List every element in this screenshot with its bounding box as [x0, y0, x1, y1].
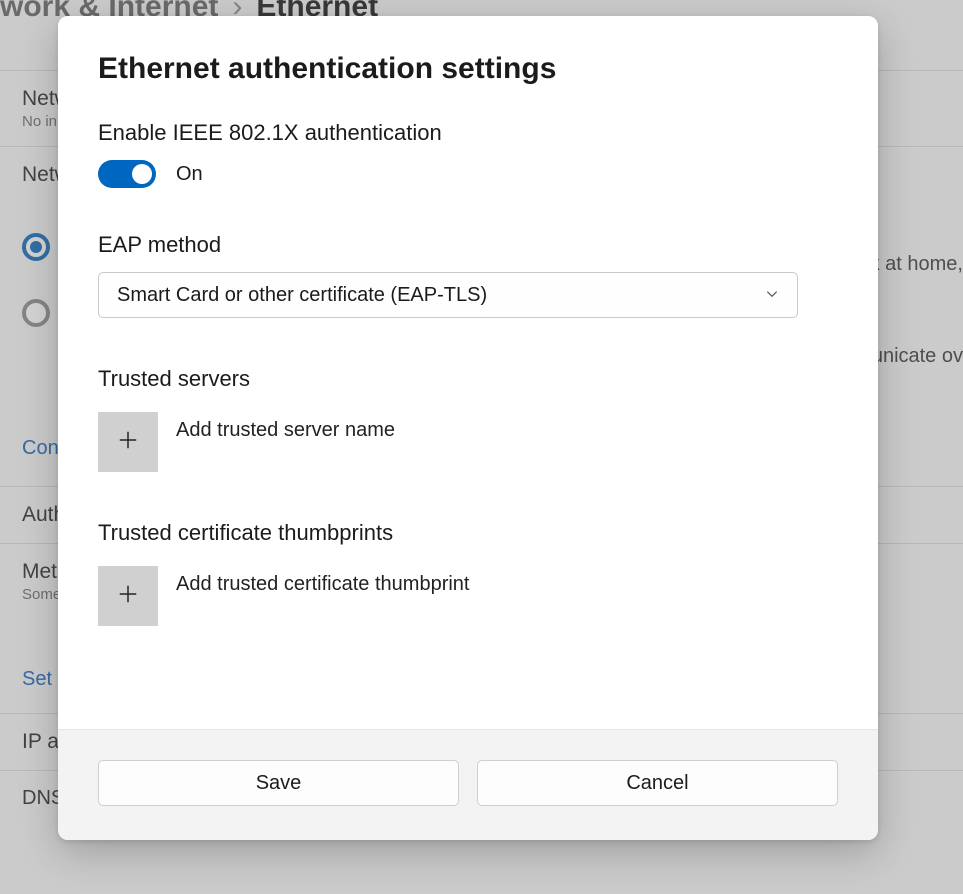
cancel-button[interactable]: Cancel	[477, 760, 838, 806]
eap-method-label: EAP method	[98, 232, 838, 258]
enable-8021x-toggle[interactable]	[98, 160, 156, 188]
save-button[interactable]: Save	[98, 760, 459, 806]
add-trusted-server-label: Add trusted server name	[176, 419, 395, 442]
trusted-thumbprints-heading: Trusted certificate thumbprints	[98, 520, 838, 546]
plus-icon	[117, 429, 139, 456]
eap-method-value: Smart Card or other certificate (EAP-TLS…	[117, 284, 487, 307]
enable-8021x-label: Enable IEEE 802.1X authentication	[98, 120, 838, 146]
add-trusted-thumbprint-label: Add trusted certificate thumbprint	[176, 573, 469, 596]
dialog-title: Ethernet authentication settings	[98, 52, 838, 86]
add-trusted-thumbprint-button[interactable]	[98, 566, 158, 626]
plus-icon	[117, 583, 139, 610]
trusted-servers-heading: Trusted servers	[98, 366, 838, 392]
chevron-down-icon	[765, 284, 779, 307]
toggle-state-text: On	[176, 163, 203, 186]
ethernet-auth-dialog: Ethernet authentication settings Enable …	[58, 16, 878, 840]
eap-method-select[interactable]: Smart Card or other certificate (EAP-TLS…	[98, 272, 798, 318]
dialog-footer: Save Cancel	[58, 729, 878, 840]
toggle-knob	[132, 164, 152, 184]
add-trusted-server-button[interactable]	[98, 412, 158, 472]
